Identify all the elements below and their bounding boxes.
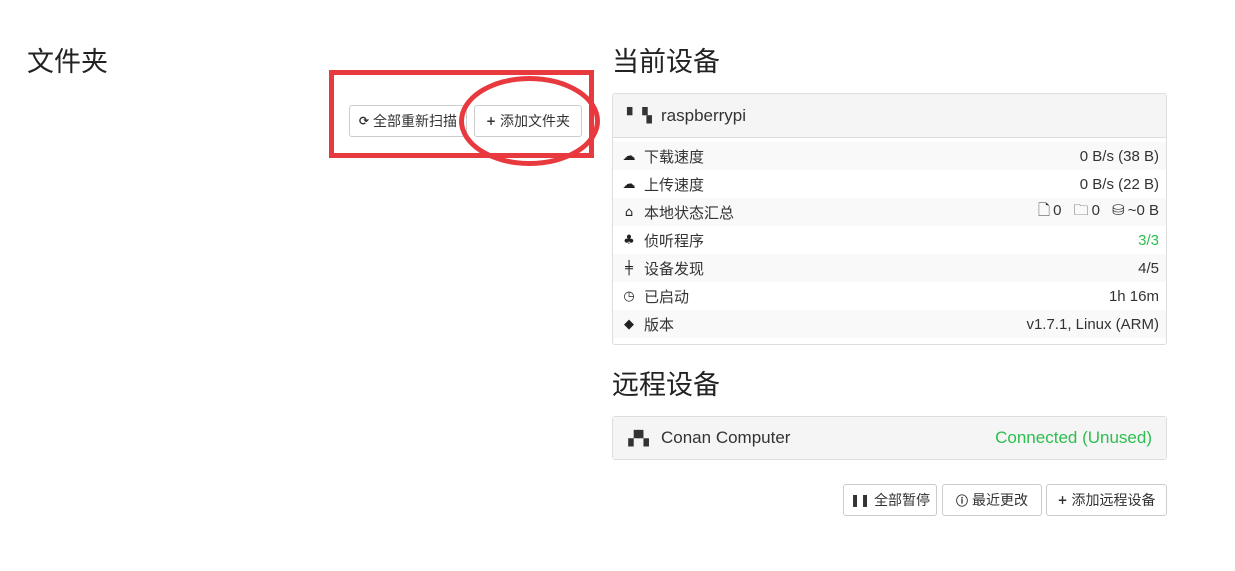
- sitemap-icon: ♣: [623, 232, 635, 248]
- this-device-title: 当前设备: [612, 47, 720, 78]
- this-device-header[interactable]: ▘▝▖ raspberrypi: [613, 94, 1166, 138]
- remote-device-panel: ▞▚ Conan Computer Connected (Unused): [612, 416, 1167, 460]
- stat-value: 0 B/s (38 B): [868, 142, 1166, 170]
- stat-label: 本地状态汇总: [644, 203, 735, 222]
- stat-label: 上传速度: [644, 175, 705, 194]
- remote-device-name: Conan Computer: [661, 428, 791, 447]
- file-icon: 🗋: [1038, 201, 1051, 219]
- files-count: 0: [1053, 201, 1062, 219]
- stat-value-local-state: 🗋 0 🗀 0 ⛁ ~0 B: [868, 198, 1166, 226]
- folder-icon: 🗀: [1073, 201, 1089, 219]
- stat-label: 已启动: [644, 287, 690, 306]
- stat-row-local-state: ⌂ 本地状态汇总 🗋 0 🗀 0 ⛁ ~0 B: [613, 198, 1166, 226]
- plus-icon: +: [1057, 493, 1068, 507]
- hdd-icon: ⛁: [1112, 201, 1125, 219]
- stat-row-version: ◆ 版本 v1.7.1, Linux (ARM): [613, 310, 1166, 338]
- device-identicon-icon: ▘▝▖: [627, 107, 657, 123]
- stat-value[interactable]: 3/3: [869, 226, 1166, 254]
- add-remote-label: 添加远程设备: [1071, 493, 1156, 509]
- cloud-upload-icon: ☁: [622, 176, 636, 192]
- stat-value: 0 B/s (22 B): [1079, 175, 1159, 193]
- recent-changes-button[interactable]: ⓘ 最近更改: [942, 484, 1042, 516]
- clock-icon: ◷: [623, 288, 635, 304]
- stat-value: 1h 16m: [1108, 287, 1159, 305]
- stat-row-uptime: ◷ 已启动 1h 16m: [613, 282, 1166, 310]
- stat-value: v1.7.1, Linux (ARM): [868, 310, 1166, 338]
- cloud-download-icon: ☁: [622, 148, 636, 164]
- remote-device-status: Connected (Unused): [995, 428, 1152, 447]
- signpost-icon: ╪: [625, 260, 633, 276]
- this-device-name: raspberrypi: [661, 105, 747, 125]
- stat-label: 侦听程序: [644, 231, 705, 250]
- annotation-circle: [459, 76, 600, 166]
- dirs-count: 0: [1091, 201, 1100, 219]
- stat-row-download: ☁ 下载速度 0 B/s (38 B): [613, 142, 1166, 170]
- folders-title: 文件夹: [27, 47, 108, 78]
- add-remote-device-button[interactable]: + 添加远程设备: [1046, 484, 1167, 516]
- pause-all-label: 全部暂停: [874, 493, 931, 509]
- this-device-stats: ☁ 下载速度 0 B/s (38 B) ☁ 上传速度 0 B/s (22 B) ⌂ 本…: [613, 142, 1166, 338]
- remote-devices-title: 远程设备: [612, 370, 720, 401]
- pause-all-button[interactable]: ❚❚ 全部暂停: [843, 484, 937, 516]
- info-icon: ⓘ: [955, 493, 968, 508]
- recent-changes-label: 最近更改: [972, 493, 1028, 509]
- stat-value[interactable]: 4/5: [868, 254, 1166, 282]
- pause-icon: ❚❚: [849, 493, 871, 507]
- tag-icon: ◆: [624, 316, 634, 332]
- stat-label: 下载速度: [644, 147, 705, 166]
- stat-row-listeners: ♣ 侦听程序 3/3: [613, 226, 1166, 254]
- stat-row-discovery: ╪ 设备发现 4/5: [613, 254, 1166, 282]
- stat-label: 设备发现: [644, 259, 705, 278]
- this-device-panel: ▘▝▖ raspberrypi ☁ 下载速度 0 B/s (38 B) ☁ 上传速度…: [612, 93, 1167, 345]
- stat-label: 版本: [644, 315, 675, 334]
- home-icon: ⌂: [624, 204, 634, 220]
- remote-device-header[interactable]: ▞▚ Conan Computer Connected (Unused): [613, 417, 1166, 459]
- stat-row-upload: ☁ 上传速度 0 B/s (22 B): [613, 170, 1166, 198]
- size-value: ~0 B: [1127, 201, 1159, 219]
- device-identicon-icon: ▞▚: [628, 429, 649, 446]
